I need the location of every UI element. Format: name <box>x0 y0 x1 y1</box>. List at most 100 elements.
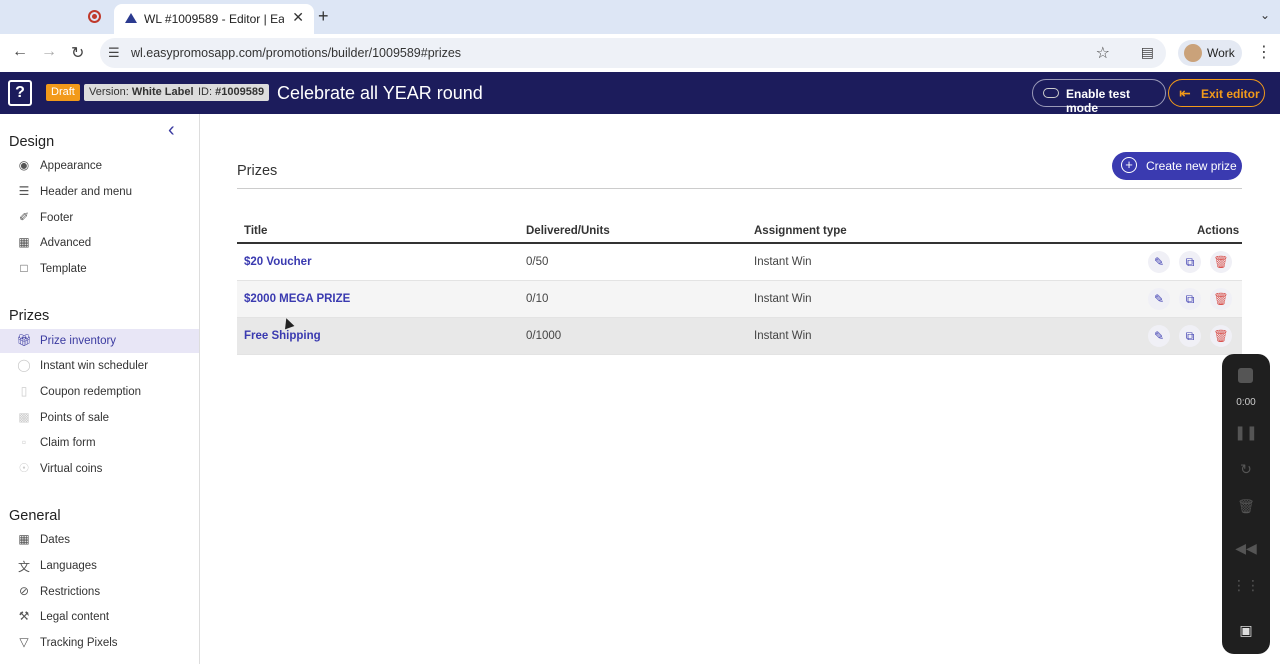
sidebar-item-virtual-coins[interactable]: ☉ Virtual coins <box>0 457 199 481</box>
tab-list-chevron-icon[interactable]: ⌄ <box>1260 8 1270 22</box>
enable-test-mode-button[interactable]: Enable test mode <box>1032 79 1166 115</box>
sidebar-item-footer[interactable]: ✐ Footer <box>0 206 199 230</box>
camera-icon[interactable]: ▣ <box>1222 622 1270 639</box>
collapse-sidebar-chevron-icon[interactable]: ‹ <box>168 119 175 142</box>
sidebar-item-label: Template <box>40 263 87 275</box>
browser-tab-active[interactable]: WL #1009589 - Editor | Easy ✕ <box>114 4 314 34</box>
create-new-prize-button[interactable]: + Create new prize <box>1112 152 1242 180</box>
assignment-type: Instant Win <box>754 256 812 268</box>
sidebar-item-label: Header and menu <box>40 186 133 198</box>
stop-recording-icon[interactable] <box>1238 368 1253 383</box>
forward-icon[interactable]: → <box>41 43 57 61</box>
palette-icon: ◉ <box>18 158 30 172</box>
sidebar-item-restrictions[interactable]: ⊘ Restrictions <box>0 580 199 604</box>
sidebar-item-claim-form[interactable]: ▫ Claim form <box>0 431 199 455</box>
site-settings-icon[interactable]: ☰ <box>108 45 120 61</box>
app-logo-icon[interactable]: ? <box>8 80 32 106</box>
recording-indicator-icon <box>88 10 101 23</box>
translate-icon: 文 <box>17 560 30 574</box>
sidebar-item-label: Languages <box>40 560 97 572</box>
delete-trash-icon[interactable]: 🗑︎ <box>1210 325 1232 347</box>
sidebar-item-advanced[interactable]: ▦ Advanced <box>0 231 199 255</box>
sidebar: ‹ Design ◉ Appearance ☰ Header and menu … <box>0 114 200 664</box>
calendar-icon: ▦ <box>18 532 30 546</box>
rewind-icon[interactable]: ◀◀ <box>1222 540 1270 557</box>
sidebar-item-label: Dates <box>40 534 71 546</box>
easypromos-favicon-icon <box>125 13 137 23</box>
prize-title-link[interactable]: $20 Voucher <box>244 256 312 268</box>
column-header-actions: Actions <box>1197 225 1240 237</box>
column-header-delivered: Delivered/Units <box>526 225 610 237</box>
extensions-icon[interactable]: ▤ <box>1141 44 1154 61</box>
clock-icon: ◯ <box>17 358 31 372</box>
back-icon[interactable]: ← <box>12 43 28 61</box>
address-bar[interactable]: ☰ wl.easypromosapp.com/promotions/builde… <box>100 38 1166 68</box>
table-row[interactable]: $20 Voucher 0/50 Instant Win ✎ ⧉ 🗑︎ <box>237 244 1242 281</box>
sidebar-item-dates[interactable]: ▦ Dates <box>0 528 199 552</box>
sidebar-item-label: Virtual coins <box>40 463 103 475</box>
gavel-icon: ⚒ <box>18 609 30 623</box>
delivered-units: 0/1000 <box>526 330 562 342</box>
sidebar-item-label: Instant win scheduler <box>40 360 149 372</box>
delete-trash-icon[interactable]: 🗑︎ <box>1210 251 1232 273</box>
url-text[interactable]: wl.easypromosapp.com/promotions/builder/… <box>131 46 461 60</box>
browser-toolbar: ← → ↻ ☰ wl.easypromosapp.com/promotions/… <box>0 34 1280 72</box>
app-header: ? Draft Version: White Label ID: #100958… <box>0 72 1280 115</box>
general-heading: General <box>9 508 61 524</box>
pause-icon[interactable]: ❚❚ <box>1222 424 1270 441</box>
browser-tab-strip: WL #1009589 - Editor | Easy ✕ + ⌄ <box>0 0 1280 34</box>
sidebar-item-label: Footer <box>40 212 74 224</box>
table-row[interactable]: Free Shipping 0/1000 Instant Win ✎ ⧉ 🗑︎ <box>237 318 1242 355</box>
delete-trash-icon[interactable]: 🗑︎ <box>1210 288 1232 310</box>
grid-icon[interactable]: ⋮⋮ <box>1222 577 1270 594</box>
avatar <box>1184 44 1202 62</box>
sidebar-item-label: Tracking Pixels <box>40 637 118 649</box>
version-badge-value: White Label <box>131 86 194 98</box>
exit-editor-button[interactable]: ⇤ Exit editor <box>1168 79 1265 107</box>
store-icon: ▩ <box>18 410 30 424</box>
copy-icon[interactable]: ⧉ <box>1179 325 1201 347</box>
recording-time: 0:00 <box>1236 397 1256 408</box>
sidebar-item-instant-win-scheduler[interactable]: ◯ Instant win scheduler <box>0 354 199 378</box>
version-badge: Version: White Label <box>84 84 199 101</box>
sidebar-item-label: Advanced <box>40 237 92 249</box>
sidebar-item-legal-content[interactable]: ⚒ Legal content <box>0 605 199 629</box>
sidebar-item-prize-inventory[interactable]: 🎁︎ Prize inventory <box>0 329 199 353</box>
plus-circle-icon: + <box>1121 157 1137 173</box>
trash-icon[interactable]: 🗑︎ <box>1222 498 1270 515</box>
draft-badge: Draft <box>46 84 80 101</box>
copy-icon[interactable]: ⧉ <box>1179 288 1201 310</box>
promotion-title: Celebrate all YEAR round <box>277 83 483 103</box>
main-content: Prizes + Create new prize Title Delivere… <box>200 114 1280 664</box>
sidebar-item-coupon-redemption[interactable]: ▯ Coupon redemption <box>0 380 199 404</box>
sidebar-item-label: Coupon redemption <box>40 386 142 398</box>
copy-icon[interactable]: ⧉ <box>1179 251 1201 273</box>
sidebar-item-template[interactable]: □ Template <box>0 257 199 281</box>
tab-close-icon[interactable]: ✕ <box>292 9 304 26</box>
profile-button[interactable]: Work <box>1178 40 1242 66</box>
sidebar-item-header-and-menu[interactable]: ☰ Header and menu <box>0 180 199 204</box>
sidebar-item-languages[interactable]: 文 Languages <box>0 554 199 578</box>
sidebar-item-label: Claim form <box>40 437 96 449</box>
prize-title-link[interactable]: Free Shipping <box>244 330 321 342</box>
restart-icon[interactable]: ↻ <box>1222 461 1270 478</box>
column-header-title: Title <box>244 225 268 237</box>
new-tab-button[interactable]: + <box>318 6 329 27</box>
title-divider <box>237 188 1242 189</box>
sidebar-item-appearance[interactable]: ◉ Appearance <box>0 154 199 178</box>
browser-menu-icon[interactable]: ⋮ <box>1256 42 1272 62</box>
table-row[interactable]: $2000 MEGA PRIZE 0/10 Instant Win ✎ ⧉ 🗑︎ <box>237 281 1242 318</box>
prize-title-link[interactable]: $2000 MEGA PRIZE <box>244 293 350 305</box>
sidebar-item-label: Points of sale <box>40 412 110 424</box>
sidebar-item-label: Restrictions <box>40 586 101 598</box>
edit-pencil-icon[interactable]: ✎ <box>1148 288 1170 310</box>
edit-pencil-icon[interactable]: ✎ <box>1148 325 1170 347</box>
bookmark-star-icon[interactable]: ☆ <box>1096 43 1110 63</box>
sidebar-item-points-of-sale[interactable]: ▩ Points of sale <box>0 406 199 430</box>
form-icon: ▫ <box>21 435 27 449</box>
sidebar-item-tracking-pixels[interactable]: ▽ Tracking Pixels <box>0 631 199 655</box>
id-badge-prefix: ID: <box>198 86 216 98</box>
edit-pencil-icon[interactable]: ✎ <box>1148 251 1170 273</box>
reload-icon[interactable]: ↻ <box>71 43 84 63</box>
exit-editor-label: Exit editor <box>1201 87 1260 101</box>
